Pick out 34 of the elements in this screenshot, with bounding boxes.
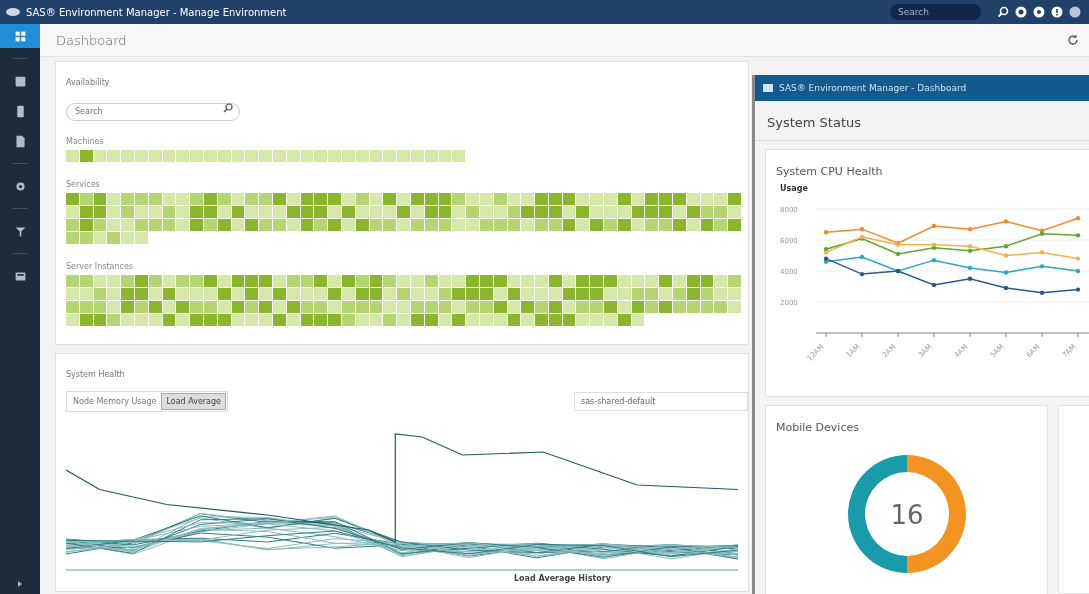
group-label: Machines [66,136,104,146]
help-icon[interactable] [1051,6,1063,18]
grid-icon [13,29,27,43]
user-icon[interactable] [1069,6,1081,18]
dashboard-window-title: SAS® Environment Manager - Dashboard [779,83,967,93]
toggle-button[interactable]: Load Average [161,392,227,410]
dropdown[interactable]: sas-shared-default [574,391,748,411]
card-title: System CPU Health [776,165,883,178]
group-label: Services [66,179,100,189]
panel-icon [13,74,27,88]
filter-icon [13,224,27,238]
panel-title: Availability [66,78,110,87]
sidebar-item[interactable] [0,24,40,48]
chart-caption: Load Average History [514,573,611,583]
window-icon [763,84,773,92]
card-title: Mobile Devices [776,421,859,434]
expand-icon[interactable] [16,580,24,588]
search-icon[interactable] [223,103,233,113]
settings-icon[interactable] [1033,6,1045,18]
device-count: 16 [889,500,924,530]
search-field[interactable]: Search [890,4,981,20]
search-icon[interactable] [997,6,1009,18]
document-icon [13,134,27,148]
logo-icon [6,8,20,16]
section-heading: System Status [755,101,1089,141]
window-title: SAS® Environment Manager - Manage Environment [26,6,288,18]
page-title: Dashboard [56,32,127,48]
monitor-icon [13,269,27,283]
axis-label: Usage [780,184,808,193]
search-field[interactable]: Search [66,102,240,121]
refresh-icon[interactable] [1067,34,1079,46]
gear-icon [13,179,27,193]
panel-title: System Health [66,369,125,379]
group-label: Server Instances [66,261,133,271]
